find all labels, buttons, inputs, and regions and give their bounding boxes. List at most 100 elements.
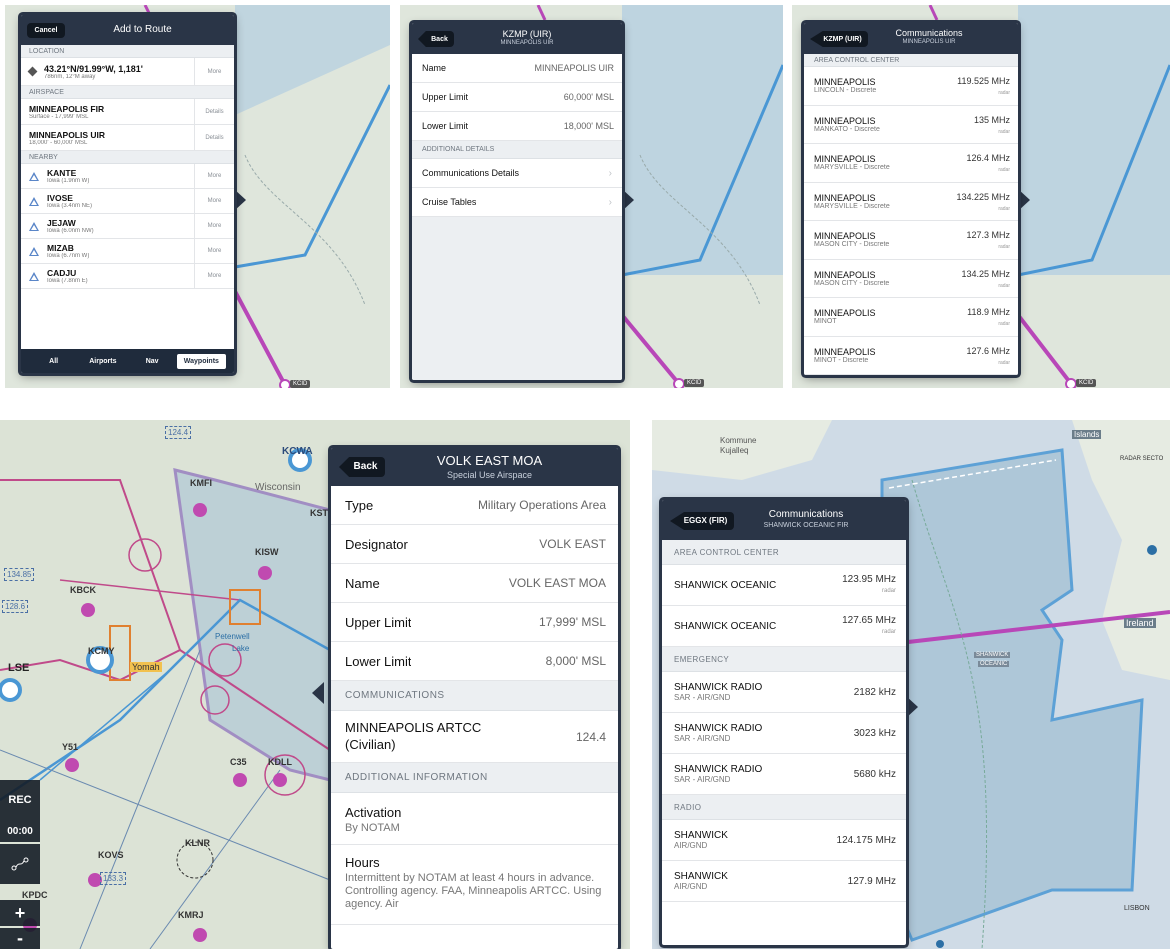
panel-header: Back VOLK EAST MOA Special Use Airspace [331,448,618,486]
more-button[interactable]: More [194,264,234,288]
frequency-type: radar [998,128,1010,135]
map-airspace-label: SHANWICK [974,652,1011,658]
zoom-out-button[interactable]: - [0,928,40,949]
details-button[interactable]: Details [194,99,234,124]
detail-row: Designator VOLK EAST [331,525,618,564]
panel-subtitle: SHANWICK OCEANIC FIR [763,522,849,529]
facility-name: SHANWICK [674,830,728,841]
nearby-row[interactable]: JEJAW Iowa (6.0nm NW) More [21,214,234,239]
more-button[interactable]: More [194,239,234,263]
details-button[interactable]: Details [194,125,234,150]
detail-label: Upper Limit [345,614,412,630]
map-freq-label: 133.3 [100,872,127,885]
airspace-limits: Surface - 17,999' MSL [29,113,89,120]
detail-row: Lower Limit 8,000' MSL [331,642,618,681]
frequency-row[interactable]: MINNEAPOLIS MINOT 118.9 MHz radar [804,298,1018,337]
section-airspace: AIRSPACE [21,86,234,99]
detail-row: Upper Limit 17,999' MSL [331,603,618,642]
more-button[interactable]: More [194,164,234,188]
nearby-row[interactable]: CADJU Iowa (7.8nm E) More [21,264,234,289]
frame-moa-details: 124.4 KCWA KMFI Wisconsin KST KISW KBCK … [0,420,630,949]
detail-label: Designator [345,536,408,552]
hours-label: Hours [345,855,380,870]
filter-segmented-control: All Airports Nav Waypoints [21,349,234,373]
frequency-row[interactable]: SHANWICK RADIO SAR - AIR/GND 3023 kHz [662,713,906,754]
filter-nav[interactable]: Nav [128,354,177,369]
facility-sector: LINCOLN - Discrete [814,87,877,95]
detail-row: Type Military Operations Area [331,486,618,525]
frequency-type: radar [998,244,1010,250]
map-state-label: Wisconsin [255,482,301,493]
more-button[interactable]: More [194,214,234,238]
frequency-row[interactable]: SHANWICK AIR/GND 127.9 MHz [662,861,906,902]
facility-sector: SAR - AIR/GND [674,693,731,702]
map-airport-label: KCID [684,379,705,387]
nearby-row[interactable]: IVOSE Iowa (3.4nm NE) More [21,189,234,214]
airspace-details-panel: Back KZMP (UIR) MINNEAPOLIS UIR Name MINN… [412,23,622,380]
nearby-row[interactable]: MIZAB Iowa (6.7nm W) More [21,239,234,264]
frequency-value: 119.525 MHz [957,76,1010,86]
facility-name: SHANWICK RADIO [674,723,763,734]
nearby-row[interactable]: KANTE Iowa (1.9nm W) More [21,164,234,189]
detail-value: MINNEAPOLIS UIR [534,63,614,73]
airspace-row[interactable]: MINNEAPOLIS FIR Surface - 17,999' MSL De… [21,99,234,125]
more-button[interactable]: More [194,58,234,85]
map-region-label: Kommune [720,436,757,445]
hours-row: Hours Intermittent by NOTAM at least 4 h… [331,845,618,925]
airspace-row[interactable]: MINNEAPOLIS UIR 18,000' - 60,000' MSL De… [21,125,234,151]
facility-name: MINNEAPOLIS [814,308,876,319]
facility-name: SHANWICK OCEANIC [674,620,777,632]
zoom-in-button[interactable]: + [0,900,40,926]
filter-airports[interactable]: Airports [78,354,127,369]
detail-value: 17,999' MSL [538,615,606,629]
frequency-row[interactable]: SHANWICK AIR/GND 124.175 MHz [662,820,906,861]
panel-header: Cancel Add to Route [21,15,234,45]
frequency-row[interactable]: MINNEAPOLIS MARYSVILLE - Discrete 134.225 … [804,183,1018,221]
map-freq-label: 128.6 [2,600,29,613]
facility-name: MINNEAPOLIS [814,77,876,88]
detail-value: VOLK EAST MOA [508,576,606,590]
frequency-row[interactable]: SHANWICK OCEANIC 127.65 MHz radar [662,606,906,647]
airspace-name: MINNEAPOLIS FIR [29,103,105,114]
route-icon [11,857,29,871]
waypoint-triangle-icon [29,271,39,281]
map-airspace-label: OCEANIC [978,661,1010,667]
detail-label: Upper Limit [422,92,469,102]
frequency-row[interactable]: SHANWICK RADIO SAR - AIR/GND 5680 kHz [662,754,906,795]
communications-row[interactable]: MINNEAPOLIS ARTCC (Civilian) 124.4 [331,711,618,763]
detail-label: Type [345,497,374,513]
filter-waypoints[interactable]: Waypoints [176,353,226,369]
activation-row: Activation By NOTAM [331,793,618,845]
comm-frequency: 124.4 [575,729,606,744]
frequency-row[interactable]: SHANWICK OCEANIC 123.95 MHz radar [662,565,906,606]
route-tool-button[interactable] [0,844,40,884]
location-row[interactable]: 43.21°N/91.99°W, 1,181' 786nm, 12°M away… [21,58,234,86]
frequency-row[interactable]: MINNEAPOLIS MINOT - Discrete 127.6 MHz rada… [804,337,1018,375]
map-airport-label: KDLL [268,757,292,767]
waypoint-name: MIZAB [47,243,74,253]
facility-sector: AIR/GND [674,841,708,850]
frequency-row[interactable]: MINNEAPOLIS MASON CITY - Discrete 134.25 M… [804,260,1018,298]
frequency-type: radar [998,321,1010,327]
cruise-tables-link[interactable]: Cruise Tables › [412,188,622,217]
link-label: Communications Details [422,168,520,178]
panel-title: VOLK EAST MOA [436,453,543,468]
map-airport-label: C35 [230,757,247,767]
frequency-row[interactable]: MINNEAPOLIS LINCOLN - Discrete 119.525 MHz… [804,67,1018,106]
more-button[interactable]: More [194,189,234,213]
map-airport-label: KCID [290,380,311,388]
location-distance: 786nm, 12°M away [44,73,96,80]
frequency-row[interactable]: SHANWICK RADIO SAR - AIR/GND 2182 kHz [662,672,906,713]
map-city-label: Yomah [130,662,162,672]
section-header: AREA CONTROL CENTER [662,540,906,565]
record-button[interactable]: REC [0,780,40,820]
communications-details-link[interactable]: Communications Details › [412,159,622,188]
facility-name: SHANWICK [674,871,728,882]
frequency-row[interactable]: MINNEAPOLIS MARYSVILLE - Discrete 126.4 MH… [804,144,1018,183]
frequency-row[interactable]: MINNEAPOLIS MASON CITY - Discrete 127.3 MH… [804,221,1018,260]
frequency-row[interactable]: MINNEAPOLIS MANKATO - Discrete 135 MHz rada… [804,106,1018,144]
filter-all[interactable]: All [29,354,78,369]
detail-value: 8,000' MSL [545,654,606,668]
section-location: LOCATION [21,45,234,58]
panel-subtitle: MINNEAPOLIS UIR [902,39,956,45]
